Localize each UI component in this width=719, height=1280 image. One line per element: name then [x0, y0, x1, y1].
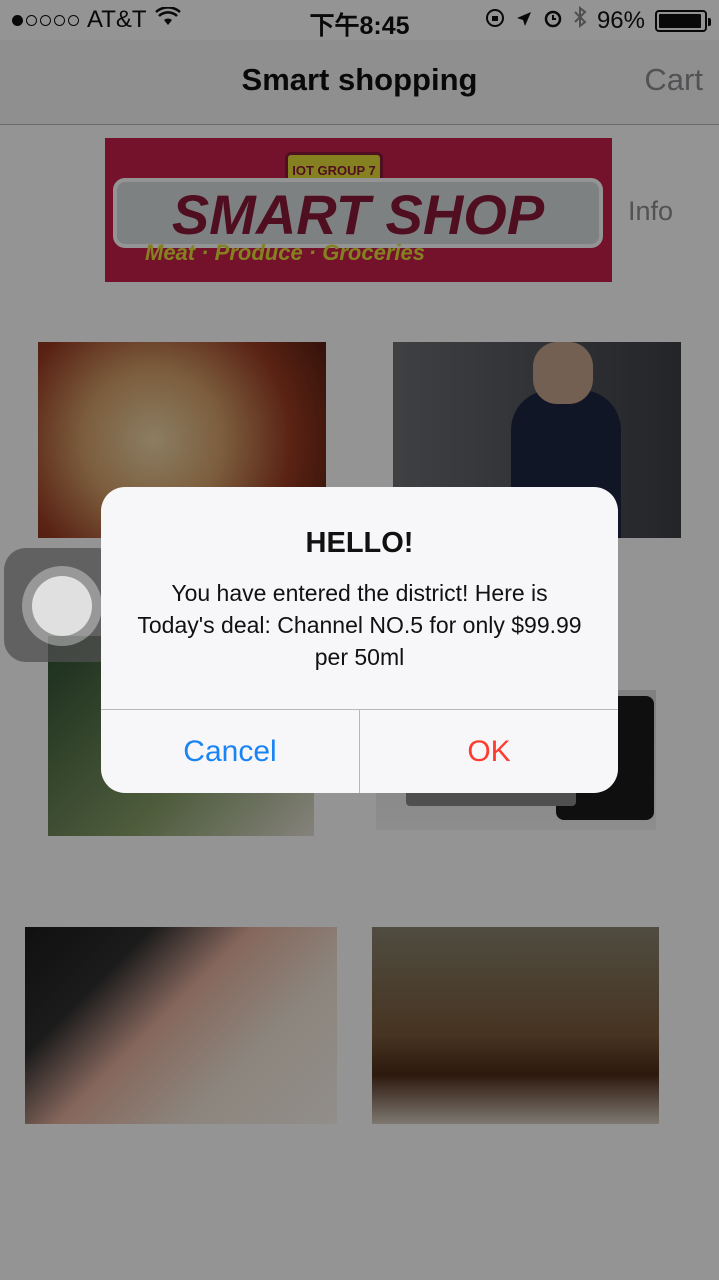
cancel-button[interactable]: Cancel: [101, 710, 359, 793]
ok-button[interactable]: OK: [360, 710, 618, 793]
alert-message: You have entered the district! Here is T…: [137, 580, 582, 670]
assistive-touch-ring-inner: [32, 576, 92, 636]
alert-title: HELLO!: [305, 527, 414, 559]
alert-dialog: HELLO! You have entered the district! He…: [101, 487, 618, 793]
